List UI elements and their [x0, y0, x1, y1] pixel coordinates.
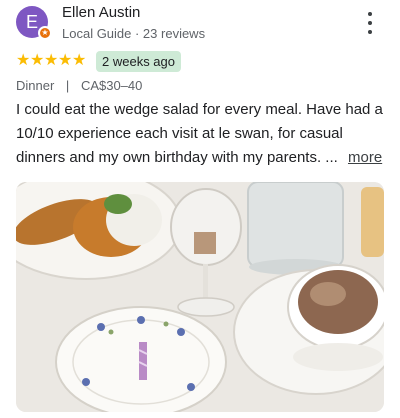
star-rating: ★ ★ ★ ★ ★ [16, 53, 86, 69]
rating-row: ★ ★ ★ ★ ★ 2 weeks ago [16, 50, 181, 72]
local-guide-badge-icon: ★ [38, 26, 52, 40]
time-ago-badge: 2 weeks ago [96, 50, 181, 72]
star-icon: ★ [72, 52, 87, 69]
review-text-block: I could eat the wedge salad for every me… [16, 98, 388, 170]
more-options-icon[interactable] [362, 12, 378, 34]
meal-type: Dinner [16, 78, 55, 93]
visit-meta: Dinner | CA$30–40 [16, 78, 142, 93]
star-icon: ★ [58, 52, 73, 69]
review-header: E ★ Ellen Austin Local Guide · 23 review… [16, 4, 384, 44]
star-icon: ★ [44, 52, 59, 69]
star-icon: ★ [16, 52, 31, 69]
reviewer-subline: Local Guide · 23 reviews [62, 26, 206, 41]
reviewer-name[interactable]: Ellen Austin [62, 4, 140, 21]
review-photo[interactable] [16, 182, 384, 412]
review-text: I could eat the wedge salad for every me… [16, 101, 383, 166]
meta-separator: | [65, 78, 70, 93]
photo-illustration [16, 182, 384, 412]
more-link[interactable]: more [348, 149, 382, 166]
star-icon: ★ [30, 52, 45, 69]
price-range: CA$30–40 [80, 78, 143, 93]
